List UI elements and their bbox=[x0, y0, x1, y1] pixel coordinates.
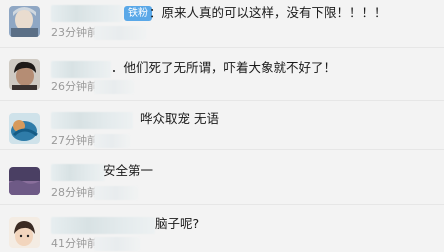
meta-blurred bbox=[94, 134, 130, 148]
user-avatar[interactable] bbox=[9, 59, 40, 90]
comment-text: 脑子呢? bbox=[155, 216, 200, 231]
comment-text: ．他们死了无所谓，吓着大象就不好了！ bbox=[111, 60, 337, 75]
fan-badge: 铁粉 bbox=[124, 6, 152, 21]
user-avatar[interactable] bbox=[9, 167, 40, 195]
username-blurred[interactable] bbox=[51, 5, 123, 22]
comment-item: ．他们死了无所谓，吓着大象就不好了！ 26分钟前 bbox=[0, 48, 444, 95]
comment-item: 安全第一 28分钟前 bbox=[0, 150, 444, 200]
comment-time: 26分钟前 bbox=[51, 80, 98, 93]
comment-text: 安全第一 bbox=[103, 163, 154, 178]
username-blurred[interactable] bbox=[51, 112, 133, 129]
comment-item: 脑子呢? 41分钟前 bbox=[0, 205, 444, 252]
meta-blurred bbox=[94, 186, 138, 200]
meta-blurred bbox=[94, 237, 140, 251]
comment-time: 27分钟前 bbox=[51, 134, 98, 147]
comment-text: 哗众取宠 无语 bbox=[140, 111, 219, 126]
user-avatar[interactable] bbox=[9, 113, 40, 144]
user-avatar[interactable] bbox=[9, 6, 40, 37]
comment-time: 41分钟前 bbox=[51, 237, 98, 250]
comment-item: 铁粉 ：原来人真的可以这样，没有下限！！！！ 23分钟前 bbox=[0, 0, 444, 47]
username-blurred[interactable] bbox=[51, 164, 105, 181]
comment-time: 28分钟前 bbox=[51, 186, 98, 199]
comment-text: ：原来人真的可以这样，没有下限！！！！ bbox=[149, 5, 387, 20]
username-blurred[interactable] bbox=[51, 61, 111, 78]
username-blurred[interactable] bbox=[51, 217, 155, 234]
user-avatar[interactable] bbox=[9, 217, 40, 248]
meta-blurred bbox=[94, 80, 134, 94]
comment-item: 哗众取宠 无语 27分钟前 bbox=[0, 101, 444, 148]
comment-time: 23分钟前 bbox=[51, 26, 98, 39]
meta-blurred bbox=[94, 26, 146, 40]
